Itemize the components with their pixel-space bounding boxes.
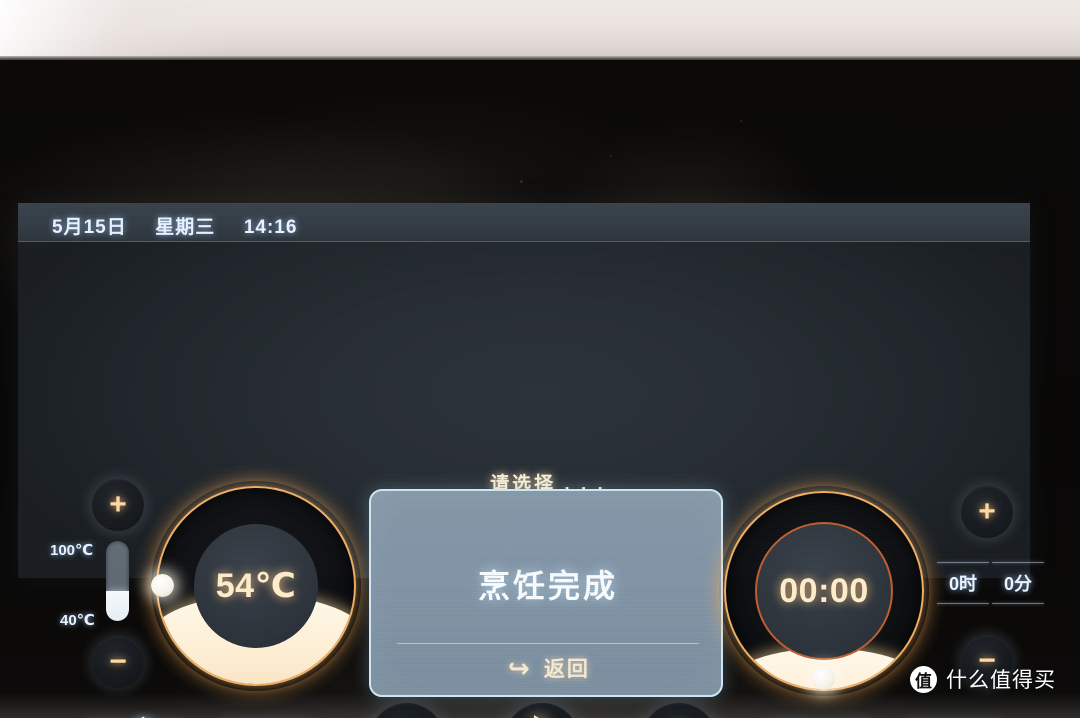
temperature-value: 54℃ — [215, 567, 297, 605]
timer-hour-value: 0时 — [948, 574, 977, 594]
timer-dial-hub: 00:00 — [755, 522, 893, 660]
wall-highlight — [0, 0, 330, 60]
status-bar: 5月15日 星期三 14:16 — [18, 203, 1030, 242]
temperature-dial-hub: 54℃ — [194, 524, 318, 648]
timer-hour-field[interactable]: 0时 — [937, 562, 989, 604]
dialog-back-button[interactable]: ↩ 返回 — [371, 653, 725, 683]
temperature-dial[interactable]: 54℃ — [151, 486, 356, 686]
temperature-max-label: 100℃ — [50, 542, 94, 559]
divider — [937, 603, 989, 604]
temperature-decrease-button[interactable]: − — [92, 636, 144, 688]
minus-icon: − — [109, 645, 127, 678]
dialog-separator — [397, 643, 699, 644]
temperature-min-label: 40℃ — [60, 612, 95, 629]
temperature-slider-fill — [106, 591, 129, 621]
high-humidity-label: 高湿 — [133, 712, 178, 718]
timer-increase-button[interactable]: + — [961, 486, 1013, 538]
photo-stage: 5月15日 星期三 14:16 + − 100℃ 40℃ 54℃ 请选择 . .… — [0, 0, 1080, 718]
dialog-back-label: 返回 — [543, 658, 590, 681]
temperature-increase-button[interactable]: + — [92, 479, 144, 531]
temperature-dial-handle[interactable] — [151, 574, 174, 597]
timer-value: 00:00 — [779, 571, 869, 610]
timer-minute-field[interactable]: 0分 — [992, 562, 1044, 604]
watermark-text: 什么值得买 — [946, 669, 1056, 692]
status-time: 14:16 — [243, 217, 298, 238]
status-weekday: 星期三 — [155, 217, 216, 238]
message-dialog: 烹饪完成 ↩ 返回 — [369, 489, 723, 697]
divider — [992, 603, 1044, 604]
timer-dial-handle[interactable] — [812, 667, 835, 690]
status-date: 5月15日 — [52, 217, 127, 238]
timer-minute-value: 0分 — [1003, 574, 1032, 594]
timer-dial[interactable]: 00:00 — [724, 491, 924, 691]
status-datetime: 5月15日 星期三 14:16 — [52, 212, 297, 239]
watermark: 值 什么值得买 — [910, 664, 1056, 694]
temperature-slider[interactable] — [106, 541, 129, 621]
watermark-badge: 值 — [910, 665, 937, 693]
plus-icon: + — [109, 488, 127, 521]
control-panel-display: 5月15日 星期三 14:16 + − 100℃ 40℃ 54℃ 请选择 . .… — [18, 203, 1044, 718]
back-arrow-icon: ↩ — [506, 653, 530, 683]
dialog-message: 烹饪完成 — [477, 568, 618, 604]
plus-icon: + — [978, 495, 996, 528]
